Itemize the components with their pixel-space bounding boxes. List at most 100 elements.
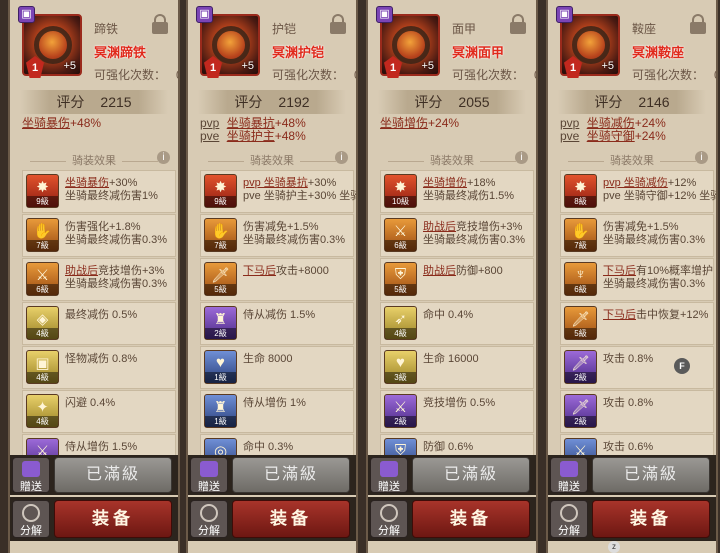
effect-condition[interactable]: pvp 坐骑暴抗 <box>243 177 308 189</box>
effect-condition[interactable]: 下马后 <box>603 265 636 277</box>
effect-row[interactable]: ◈ 4級 最终减伤 0.5% <box>22 302 176 345</box>
gift-button[interactable]: 贈送 <box>12 457 50 493</box>
item-portrait[interactable]: 1 +5 <box>560 14 620 78</box>
gift-button[interactable]: 贈送 <box>190 457 228 493</box>
effect-value: 侍从增伤 1% <box>243 397 306 409</box>
item-header: 1 +5 ▣ 护铠 冥渊护铠 可强化次数： 0 <box>188 0 356 88</box>
max-level-button[interactable]: 已滿級 <box>412 457 530 493</box>
effect-row[interactable]: ♜ 2級 侍从减伤 1.5% <box>200 302 354 345</box>
max-level-button[interactable]: 已滿級 <box>54 457 172 493</box>
info-icon[interactable]: i <box>157 151 170 164</box>
enhance-count: 可强化次数： 0 <box>94 66 178 83</box>
effect-row[interactable]: ✸ 8級 pvp 坐骑减伤+12% pve 坐骑守御+12% 坐骑最终减伤0.6… <box>560 170 716 213</box>
effect-row[interactable]: ➶ 4級 命中 0.4% <box>380 302 534 345</box>
effect-condition[interactable]: 助战后 <box>423 265 456 277</box>
max-level-button[interactable]: 已滿級 <box>592 457 710 493</box>
gift-box-icon: ▣ <box>196 6 213 23</box>
effects-list[interactable]: ✸ 9級 pvp 坐骑暴抗+30% pve 坐骑护主+30% 坐骑最终减伤0.6… <box>200 170 356 478</box>
stat-line: pve 坐骑护主+48% <box>200 130 350 143</box>
plus-level: +5 <box>601 60 614 72</box>
enhance-count: 可强化次数： 0 <box>632 66 716 83</box>
effect-row[interactable]: ✋ 7級 伤害强化+1.8% 坐骑最终减伤害0.3% <box>22 214 176 257</box>
effect-row[interactable]: ♜ 1級 侍从增伤 1% <box>200 390 354 433</box>
effect-value: 命中 0.4% <box>423 309 474 321</box>
unlock-icon[interactable] <box>330 14 346 34</box>
gift-box-icon: ▣ <box>18 6 35 23</box>
effects-list[interactable]: ✸ 10級 坐骑增伤+18% 坐骑最终减伤1.5% ⚔ 6級 助战后竞技增伤+3… <box>380 170 534 478</box>
effect-row[interactable]: ✋ 7級 伤害减免+1.5% 坐骑最终减伤害0.3% <box>560 214 714 257</box>
effect-text: 命中 0.4% <box>423 309 473 322</box>
equip-button[interactable]: 装备 <box>592 500 710 538</box>
enhance-label: 可强化次数： <box>452 68 525 82</box>
effect-value: 攻击 0.6% <box>603 441 654 453</box>
sword-icon: 🗡 2級 <box>564 394 597 428</box>
effect-row[interactable]: ✦ 4級 闪避 0.4% <box>22 390 176 433</box>
equip-button[interactable]: 装备 <box>412 500 530 538</box>
effect-condition[interactable]: pvp 坐骑减伤 <box>603 177 668 189</box>
unlock-icon[interactable] <box>510 14 526 34</box>
effect-row[interactable]: ⚔ 6級 助战后竞技增伤+3% 坐骑最终减伤害0.3% <box>22 258 176 301</box>
equip-button[interactable]: 装备 <box>232 500 350 538</box>
stat-name[interactable]: 坐骑增伤 <box>380 116 428 130</box>
item-portrait[interactable]: 1 +5 <box>200 14 260 78</box>
decompose-button[interactable]: 分解 <box>190 500 228 538</box>
sword-icon: 🗡 2級 <box>564 350 597 384</box>
effect-row[interactable]: ✋ 7級 伤害减免+1.5% 坐骑最终减伤害0.3% <box>200 214 354 257</box>
effect-text: 侍从增伤 1.5% <box>65 441 137 454</box>
effects-list[interactable]: ✸ 9級 坐骑暴伤+30% 坐骑最终减伤害1% ✋ 7級 伤害强化+1.8% 坐… <box>22 170 176 478</box>
effect-row[interactable]: ♥ 3級 生命 16000 <box>380 346 534 389</box>
effect-condition[interactable]: 下马后 <box>243 265 276 277</box>
effect-value: 生命 16000 <box>423 353 479 365</box>
effects-title: 骑装效果 <box>368 152 536 168</box>
effect-row[interactable]: ⚔ 2級 竞技增伤 0.5% <box>380 390 534 433</box>
effect-value: 最终减伤 0.5% <box>65 309 138 321</box>
max-level-button[interactable]: 已滿級 <box>232 457 350 493</box>
unlock-icon[interactable] <box>690 14 706 34</box>
gift-button[interactable]: 贈送 <box>550 457 588 493</box>
item-portrait[interactable]: 1 +5 <box>380 14 440 78</box>
info-icon[interactable]: i <box>335 151 348 164</box>
stat-line: 坐骑暴伤+48% <box>22 117 172 130</box>
decompose-button[interactable]: 分解 <box>550 500 588 538</box>
enhance-value: 0 <box>354 68 356 82</box>
info-icon[interactable]: i <box>695 151 708 164</box>
effect-row[interactable]: ✸ 9級 pvp 坐骑暴抗+30% pve 坐骑护主+30% 坐骑最终减伤0.6… <box>200 170 356 213</box>
equip-button[interactable]: 装备 <box>54 500 172 538</box>
chalice-icon: ♆ 6級 <box>564 262 597 296</box>
stat-name[interactable]: 坐骑暴伤 <box>22 116 70 130</box>
decompose-button[interactable]: 分解 <box>12 500 50 538</box>
stat-name[interactable]: 坐骑护主 <box>227 129 275 143</box>
effects-list[interactable]: ✸ 8級 pvp 坐骑减伤+12% pve 坐骑守御+12% 坐骑最终减伤0.6… <box>560 170 716 478</box>
effect-condition[interactable]: 坐骑增伤 <box>423 177 467 189</box>
unlock-icon[interactable] <box>152 14 168 34</box>
effect-row[interactable]: 🗡 5級 下马后击中恢复+12% <box>560 302 714 345</box>
effect-text: 命中 0.3% <box>243 441 293 454</box>
effect-value: +30% <box>109 177 138 189</box>
effect-row[interactable]: 🗡 2級 攻击 0.8% <box>560 390 714 433</box>
effect-row[interactable]: 🗡 2級 攻击 0.8% <box>560 346 714 389</box>
f-badge[interactable]: F <box>674 358 690 374</box>
effect-symbol: ⚔ <box>393 223 408 240</box>
score-bar: 评分 2055 <box>378 90 526 114</box>
stat-name[interactable]: 坐骑暴抗 <box>227 116 275 130</box>
decompose-button[interactable]: 分解 <box>370 500 408 538</box>
stat-name[interactable]: 坐骑减伤 <box>587 116 635 130</box>
effect-row[interactable]: ✸ 10級 坐骑增伤+18% 坐骑最终减伤1.5% <box>380 170 534 213</box>
effect-row[interactable]: ⛨ 5級 助战后防御+800 <box>380 258 534 301</box>
effect-row[interactable]: ♥ 1級 生命 8000 <box>200 346 354 389</box>
effect-row[interactable]: ♆ 6級 下马后有10%概率增护 坐骑最终减伤害0.3% <box>560 258 714 301</box>
effect-row[interactable]: 🗡 5級 下马后攻击+8000 <box>200 258 354 301</box>
item-portrait[interactable]: 1 +5 <box>22 14 82 78</box>
effect-condition[interactable]: 助战后 <box>423 221 456 233</box>
stat-name[interactable]: 坐骑守御 <box>587 129 635 143</box>
effect-row[interactable]: ✸ 9級 坐骑暴伤+30% 坐骑最终减伤害1% <box>22 170 176 213</box>
effect-row[interactable]: ▣ 4級 怪物减伤 0.8% <box>22 346 176 389</box>
effect-condition[interactable]: 助战后 <box>65 265 98 277</box>
effect-condition[interactable]: 坐骑暴伤 <box>65 177 109 189</box>
effect-condition[interactable]: 下马后 <box>603 309 636 321</box>
effect-symbol: 🗡 <box>570 399 591 416</box>
dodge-icon: ✦ 4級 <box>26 394 59 428</box>
effect-row[interactable]: ⚔ 6級 助战后竞技增伤+3% 坐骑最终减伤害0.3% <box>380 214 534 257</box>
gift-button[interactable]: 贈送 <box>370 457 408 493</box>
info-icon[interactable]: i <box>515 151 528 164</box>
